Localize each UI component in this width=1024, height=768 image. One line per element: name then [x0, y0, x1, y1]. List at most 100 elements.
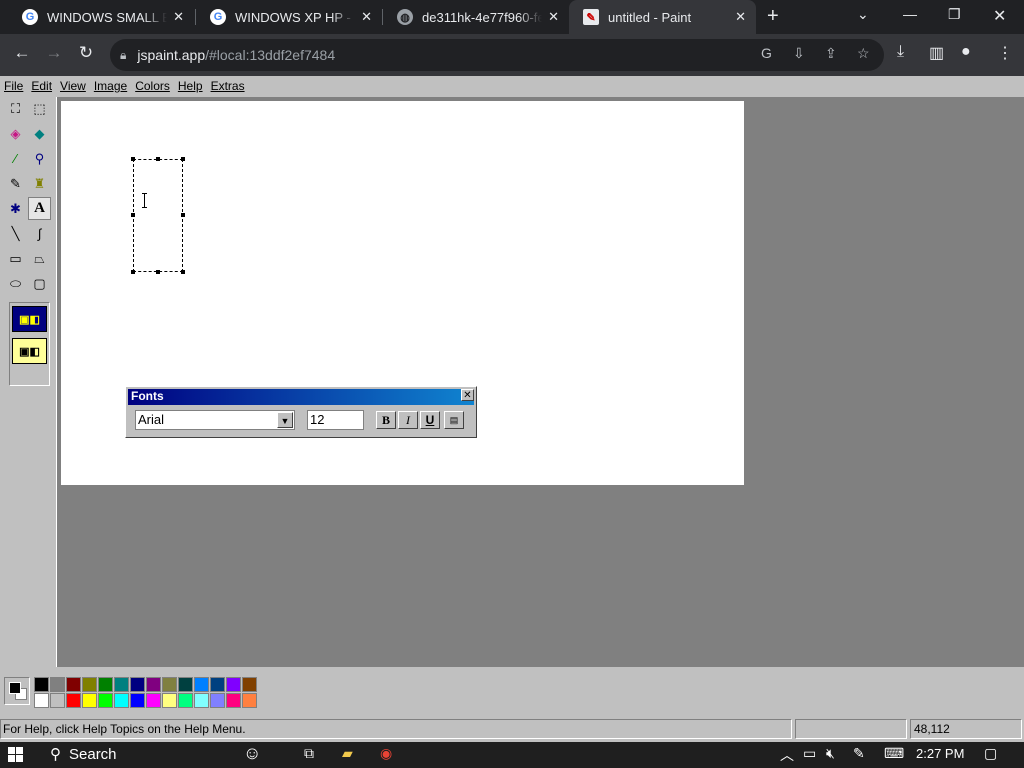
address-bar[interactable]: 🔒︎ jspaint.app/#local:13ddf2ef7484 G ⇩ ⇪… — [110, 39, 884, 71]
taskbar-search[interactable]: ⚲ Search — [40, 742, 240, 768]
close-tab-icon[interactable]: ✕ — [735, 9, 746, 25]
rectangle-icon[interactable]: ▭ — [4, 247, 27, 270]
color-swatch[interactable] — [146, 677, 161, 692]
color-swatch[interactable] — [162, 677, 177, 692]
color-swatch[interactable] — [98, 677, 113, 692]
search-highlight-icon[interactable]: ☺ — [243, 743, 261, 764]
bookmark-star-icon[interactable]: ☆ — [857, 45, 870, 62]
resize-handle[interactable] — [181, 270, 185, 274]
side-panel-icon[interactable]: ▥ — [929, 43, 944, 63]
color-swatch[interactable] — [66, 677, 81, 692]
bold-button[interactable]: B — [376, 411, 396, 429]
menu-help[interactable]: Help — [178, 79, 203, 93]
color-picker-icon[interactable]: ⁄ — [4, 147, 27, 170]
opaque-background-option-icon[interactable]: ▣◧ — [12, 306, 47, 332]
rect-select-icon[interactable]: ⬚ — [28, 97, 51, 120]
volume-muted-icon[interactable]: 🔇︎ — [826, 745, 835, 762]
resize-handle[interactable] — [156, 157, 160, 161]
tab-de311hk[interactable]: ◍ de311hk-4e77f960-fe4 ✕ — [383, 0, 569, 34]
profile-icon[interactable]: ● — [961, 43, 971, 61]
tab-windows-xp-hp[interactable]: G WINDOWS XP HP - Go ✕ — [196, 0, 382, 34]
resize-handle[interactable] — [181, 157, 185, 161]
pencil-icon[interactable]: ✎ — [4, 172, 27, 195]
color-swatch[interactable] — [66, 693, 81, 708]
text-tool-icon[interactable]: A — [28, 197, 51, 220]
color-swatch[interactable] — [194, 677, 209, 692]
network-icon[interactable]: ▭ — [803, 745, 816, 762]
color-swatch[interactable] — [242, 693, 257, 708]
color-swatch[interactable] — [178, 693, 193, 708]
file-explorer-icon[interactable]: ▰ — [342, 745, 353, 762]
color-swatch[interactable] — [178, 677, 193, 692]
underline-button[interactable]: U — [420, 411, 440, 429]
minimize-icon[interactable]: — — [903, 6, 917, 22]
taskbar-clock[interactable]: 2:27 PM — [916, 746, 964, 761]
resize-handle[interactable] — [131, 270, 135, 274]
brush-icon[interactable]: ♜ — [28, 172, 51, 195]
magnifier-icon[interactable]: ⚲ — [28, 147, 51, 170]
pen-icon[interactable]: ✎ — [853, 745, 865, 762]
close-icon[interactable]: ✕ — [461, 389, 474, 401]
menu-file[interactable]: File — [4, 79, 23, 93]
task-view-icon[interactable]: ⧉ — [304, 745, 314, 762]
menu-extras[interactable]: Extras — [211, 79, 245, 93]
current-colors[interactable] — [4, 677, 30, 705]
text-box[interactable] — [131, 157, 185, 274]
color-swatch[interactable] — [162, 693, 177, 708]
color-swatch[interactable] — [130, 677, 145, 692]
color-swatch[interactable] — [114, 693, 129, 708]
color-swatch[interactable] — [130, 693, 145, 708]
menu-image[interactable]: Image — [94, 79, 127, 93]
color-swatch[interactable] — [226, 677, 241, 692]
close-window-icon[interactable]: ✕ — [993, 6, 1006, 26]
color-swatch[interactable] — [210, 677, 225, 692]
keyboard-icon[interactable]: ⌨ — [884, 745, 904, 762]
eraser-icon[interactable]: ◈ — [4, 122, 27, 145]
curve-icon[interactable]: ∫ — [28, 222, 51, 245]
free-form-select-icon[interactable]: ⛶ — [4, 97, 27, 120]
google-lens-icon[interactable]: G — [761, 45, 772, 61]
close-tab-icon[interactable]: ✕ — [548, 9, 559, 25]
transparent-background-option-icon[interactable]: ▣◧ — [12, 338, 47, 364]
color-swatch[interactable] — [194, 693, 209, 708]
font-name-select[interactable]: Arial ▼ — [135, 410, 295, 430]
color-swatch[interactable] — [146, 693, 161, 708]
tab-search-icon[interactable]: ⌄ — [857, 6, 869, 23]
menu-edit[interactable]: Edit — [31, 79, 52, 93]
color-swatch[interactable] — [242, 677, 257, 692]
airbrush-icon[interactable]: ✱ — [4, 197, 27, 220]
share-icon[interactable]: ⇪ — [825, 45, 837, 62]
resize-handle[interactable] — [131, 157, 135, 161]
color-swatch[interactable] — [114, 677, 129, 692]
restore-icon[interactable]: ❐ — [948, 6, 961, 23]
forward-icon[interactable]: → — [43, 43, 65, 63]
font-size-input[interactable]: 12 — [307, 410, 364, 430]
show-hidden-icons[interactable]: ︿ — [780, 745, 794, 765]
fill-bucket-icon[interactable]: ◆ — [28, 122, 51, 145]
color-swatch[interactable] — [50, 677, 65, 692]
chevron-down-icon[interactable]: ▼ — [277, 412, 293, 428]
back-icon[interactable]: ← — [11, 43, 33, 63]
color-swatch[interactable] — [226, 693, 241, 708]
color-swatch[interactable] — [34, 693, 49, 708]
windows-start-icon[interactable] — [8, 747, 24, 763]
chrome-icon[interactable]: ◉ — [380, 745, 392, 762]
notifications-icon[interactable]: ▢ — [984, 745, 997, 762]
color-swatch[interactable] — [82, 677, 97, 692]
tab-windows-small-business[interactable]: G WINDOWS SMALL BUS ✕ — [8, 0, 194, 34]
color-swatch[interactable] — [82, 693, 97, 708]
vertical-text-icon[interactable]: ▤ — [444, 411, 464, 429]
tab-untitled-paint[interactable]: ✎ untitled - Paint ✕ — [569, 0, 756, 34]
color-swatch[interactable] — [34, 677, 49, 692]
ellipse-icon[interactable]: ⬭ — [4, 272, 27, 295]
color-swatch[interactable] — [98, 693, 113, 708]
resize-handle[interactable] — [156, 270, 160, 274]
foreground-color-swatch[interactable] — [9, 682, 21, 694]
reload-icon[interactable]: ↻ — [75, 43, 97, 63]
downloads-icon[interactable]: ⤓ — [897, 43, 904, 61]
color-swatch[interactable] — [50, 693, 65, 708]
color-swatch[interactable] — [210, 693, 225, 708]
close-tab-icon[interactable]: ✕ — [173, 9, 184, 25]
close-tab-icon[interactable]: ✕ — [361, 9, 372, 25]
menu-colors[interactable]: Colors — [135, 79, 170, 93]
